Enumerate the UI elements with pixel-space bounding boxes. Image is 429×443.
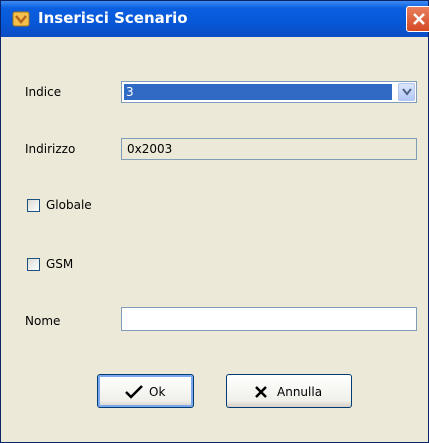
globale-label[interactable]: Globale	[46, 198, 92, 212]
dropdown-button[interactable]	[398, 83, 415, 101]
indirizzo-label: Indirizzo	[25, 142, 76, 156]
indirizzo-field: 0x2003	[121, 138, 417, 160]
app-icon	[12, 10, 30, 28]
cancel-label: Annulla	[277, 385, 323, 399]
title-bar[interactable]: Inserisci Scenario	[1, 1, 429, 37]
checkmark-icon	[125, 385, 143, 399]
close-icon	[413, 13, 425, 25]
ok-label: Ok	[149, 385, 166, 399]
dialog-window: Inserisci Scenario Indice 3 Indirizzo 0x…	[0, 0, 429, 443]
nome-label: Nome	[25, 314, 61, 328]
indice-label: Indice	[25, 85, 62, 99]
nome-input[interactable]	[121, 307, 417, 331]
ok-button[interactable]: Ok	[97, 374, 194, 408]
cancel-button[interactable]: Annulla	[226, 374, 352, 408]
window-title: Inserisci Scenario	[38, 9, 188, 27]
indice-select[interactable]: 3	[121, 81, 417, 103]
gsm-label[interactable]: GSM	[46, 257, 73, 271]
gsm-checkbox[interactable]	[27, 258, 40, 271]
globale-checkbox[interactable]	[27, 199, 40, 212]
indice-selected-value: 3	[124, 84, 392, 100]
close-button[interactable]	[406, 6, 429, 32]
x-icon	[255, 386, 267, 398]
chevron-down-icon	[402, 88, 412, 96]
